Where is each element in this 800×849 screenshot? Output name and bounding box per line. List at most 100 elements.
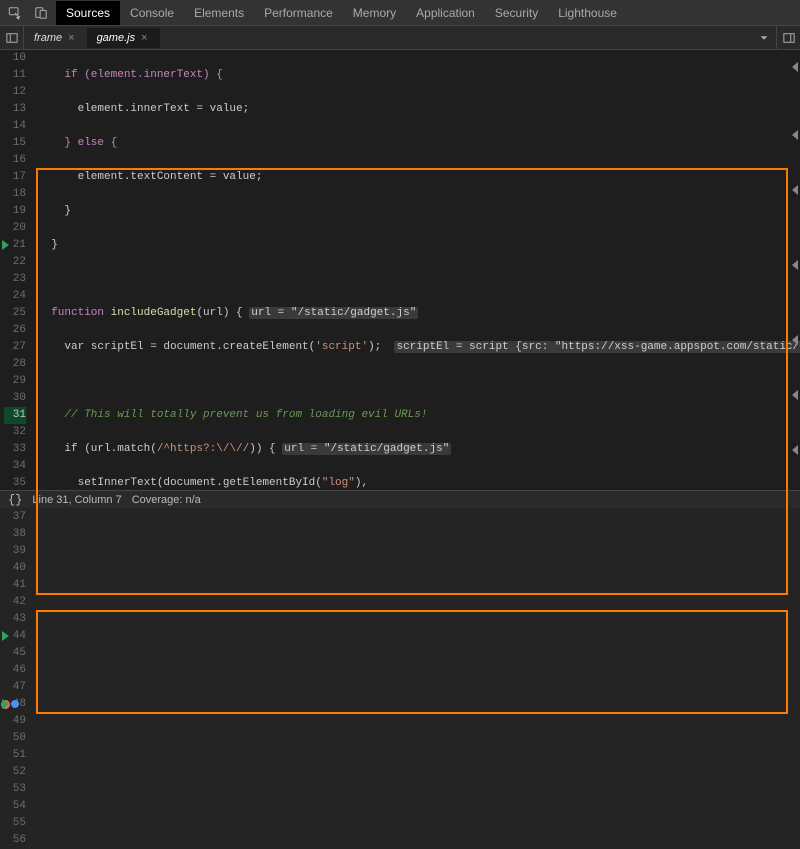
inline-value: url = "/static/gadget.js"	[282, 443, 451, 455]
tab-lighthouse[interactable]: Lighthouse	[548, 1, 627, 25]
line-number[interactable]: 21	[4, 237, 26, 254]
orange-annotation-getgadget	[36, 610, 788, 714]
inspect-element-icon[interactable]	[4, 2, 26, 24]
status-bar: {} Line 31, Column 7 Coverage: n/a	[0, 490, 800, 508]
line-number[interactable]: 16	[4, 152, 26, 169]
marker-icon	[792, 335, 798, 345]
line-number[interactable]: 29	[4, 373, 26, 390]
marker-icon	[792, 390, 798, 400]
line-number[interactable]: 22	[4, 254, 26, 271]
line-number[interactable]: 31	[4, 407, 26, 424]
line-number[interactable]: 10	[4, 50, 26, 67]
line-number[interactable]: 37	[4, 509, 26, 526]
line-number[interactable]: 19	[4, 203, 26, 220]
line-number[interactable]: 39	[4, 543, 26, 560]
line-number[interactable]: 54	[4, 798, 26, 815]
pretty-print-icon[interactable]: {}	[8, 493, 22, 507]
line-number[interactable]: 11	[4, 67, 26, 84]
code-text: }	[38, 203, 800, 220]
line-number[interactable]: 30	[4, 390, 26, 407]
line-number[interactable]: 25	[4, 305, 26, 322]
code-content[interactable]: if (element.innerText) { element.innerTe…	[32, 50, 800, 490]
close-icon[interactable]: ×	[141, 32, 147, 44]
code-text: 'script'	[315, 341, 368, 353]
line-number[interactable]: 46	[4, 662, 26, 679]
file-tab-frame[interactable]: frame ×	[24, 28, 87, 48]
line-number[interactable]: 47	[4, 679, 26, 696]
code-text: /^https?:\/\//	[157, 443, 249, 455]
line-number[interactable]: 27	[4, 339, 26, 356]
line-number[interactable]: 55	[4, 815, 26, 832]
code-text: if (element.innerText) {	[38, 69, 223, 81]
exec-arrow-icon	[2, 240, 9, 250]
tab-security[interactable]: Security	[485, 1, 548, 25]
line-number[interactable]: 49	[4, 713, 26, 730]
line-number[interactable]: 51	[4, 747, 26, 764]
line-number[interactable]: 48	[4, 696, 26, 713]
marker-icon	[792, 185, 798, 195]
debugger-pane-toggle-icon[interactable]	[776, 26, 800, 50]
coverage-status: Coverage: n/a	[132, 494, 201, 506]
line-number[interactable]: 20	[4, 220, 26, 237]
devtools-main-tabs: Sources Console Elements Performance Mem…	[0, 0, 800, 26]
file-tab-game-js[interactable]: game.js×	[87, 28, 160, 48]
line-number[interactable]: 34	[4, 458, 26, 475]
line-number[interactable]: 43	[4, 611, 26, 628]
navigator-toggle-icon[interactable]	[0, 26, 24, 50]
line-number[interactable]: 28	[4, 356, 26, 373]
code-editor[interactable]: 10 11 12 13 14 15 16 17 18 19 20 21 22 2…	[0, 50, 800, 490]
tab-elements[interactable]: Elements	[184, 1, 254, 25]
file-tab-label: frame	[34, 32, 62, 44]
more-tabs-icon[interactable]	[752, 26, 776, 50]
line-number[interactable]: 33	[4, 441, 26, 458]
tab-console[interactable]: Console	[120, 1, 184, 25]
line-number[interactable]: 32	[4, 424, 26, 441]
line-number[interactable]: 23	[4, 271, 26, 288]
line-number[interactable]: 12	[4, 84, 26, 101]
code-comment: // This will totally prevent us from loa…	[38, 409, 427, 421]
cursor-position: Line 31, Column 7	[32, 494, 121, 506]
line-number[interactable]: 53	[4, 781, 26, 798]
code-text: if (url.match(	[38, 443, 157, 455]
code-text: function	[38, 307, 111, 319]
line-number[interactable]: 41	[4, 577, 26, 594]
code-text: );	[368, 341, 394, 353]
code-text: setInnerText(document.getElementById(	[38, 477, 322, 489]
line-number[interactable]: 15	[4, 135, 26, 152]
line-number[interactable]: 44	[4, 628, 26, 645]
close-icon[interactable]: ×	[68, 32, 74, 44]
line-number[interactable]: 13	[4, 101, 26, 118]
tab-application[interactable]: Application	[406, 1, 485, 25]
code-text: )) {	[249, 443, 282, 455]
marker-icon	[792, 62, 798, 72]
tab-memory[interactable]: Memory	[343, 1, 406, 25]
line-number-gutter[interactable]: 10 11 12 13 14 15 16 17 18 19 20 21 22 2…	[0, 50, 32, 490]
code-text: }	[38, 237, 800, 254]
line-number[interactable]: 42	[4, 594, 26, 611]
line-number[interactable]: 26	[4, 322, 26, 339]
code-text: element.textContent = value;	[38, 169, 800, 186]
line-number[interactable]: 50	[4, 730, 26, 747]
code-text: } else {	[38, 137, 117, 149]
line-number[interactable]: 38	[4, 526, 26, 543]
line-number[interactable]: 17	[4, 169, 26, 186]
tab-sources[interactable]: Sources	[56, 1, 120, 25]
code-text	[38, 373, 800, 390]
tab-performance[interactable]: Performance	[254, 1, 343, 25]
marker-icon	[792, 130, 798, 140]
line-number[interactable]: 56	[4, 832, 26, 849]
line-number[interactable]: 24	[4, 288, 26, 305]
marker-icon	[792, 260, 798, 270]
sources-file-tabs: frame × game.js×	[0, 26, 800, 50]
line-number[interactable]: 45	[4, 645, 26, 662]
code-text: (url) {	[196, 307, 249, 319]
line-number[interactable]: 18	[4, 186, 26, 203]
code-text: includeGadget	[111, 307, 197, 319]
line-number[interactable]: 52	[4, 764, 26, 781]
device-toolbar-icon[interactable]	[30, 2, 52, 24]
minimap-markers	[788, 50, 800, 490]
line-number[interactable]: 14	[4, 118, 26, 135]
code-text: "log"	[322, 477, 355, 489]
line-number[interactable]: 40	[4, 560, 26, 577]
code-text	[38, 271, 800, 288]
